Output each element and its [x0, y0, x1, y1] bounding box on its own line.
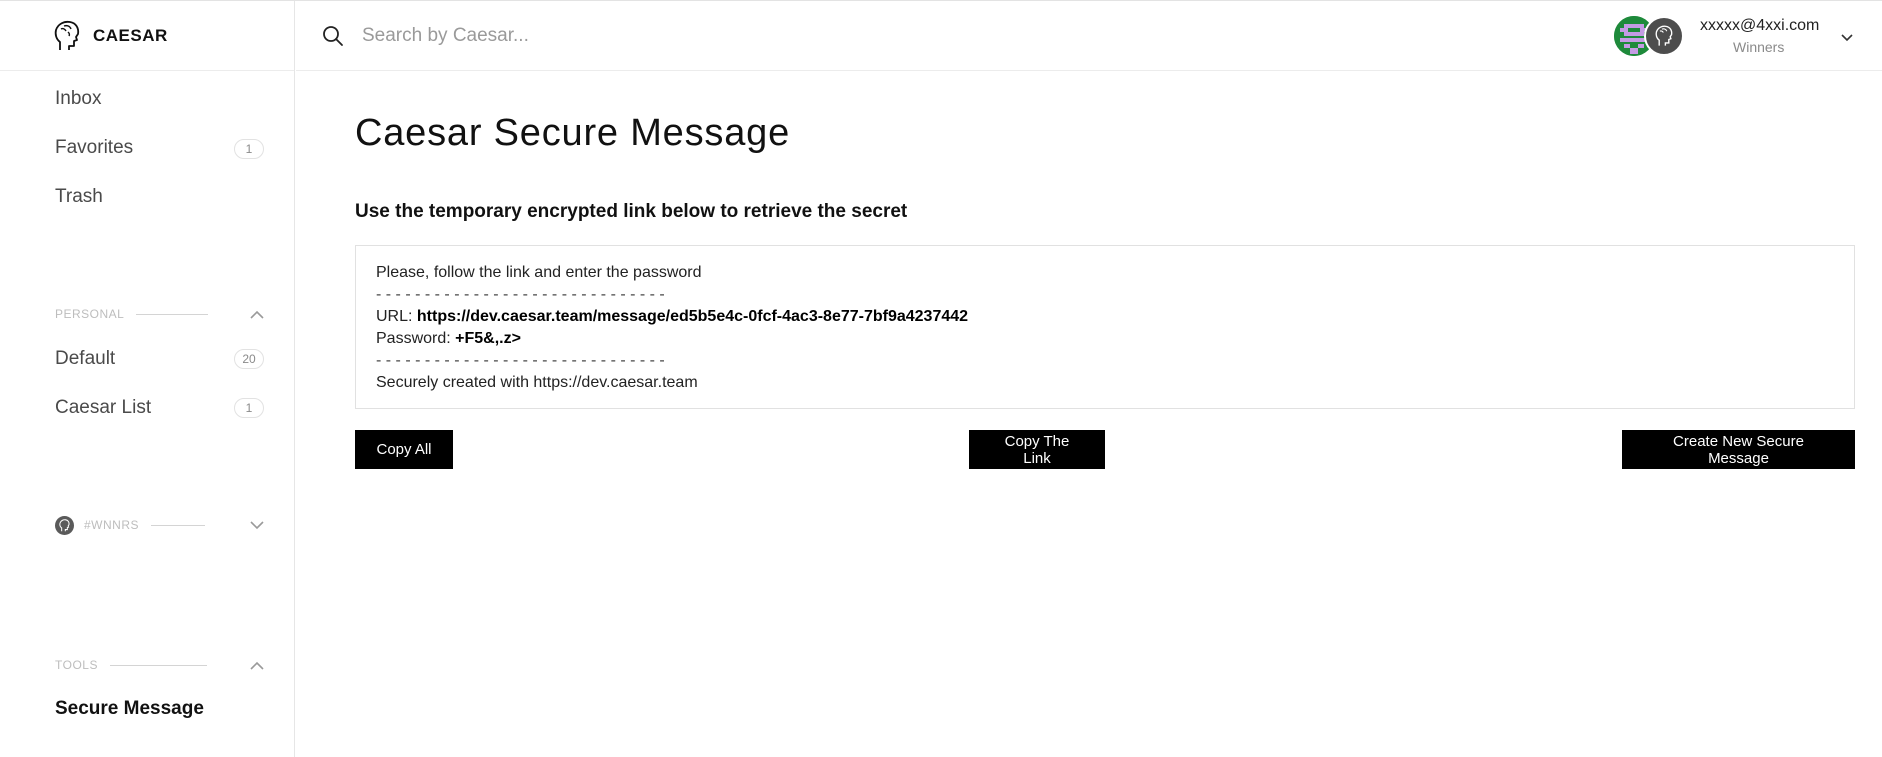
- create-new-secure-message-button[interactable]: Create New Secure Message: [1622, 430, 1855, 469]
- chevron-up-icon[interactable]: [249, 306, 265, 322]
- chevron-down-icon[interactable]: [1839, 29, 1855, 45]
- password-value: +F5&,.z>: [455, 330, 521, 347]
- url-label: URL:: [376, 308, 413, 325]
- sidebar-item-trash[interactable]: Trash: [55, 186, 103, 208]
- copy-all-button[interactable]: Copy All: [355, 430, 453, 469]
- app-name: CAESAR: [93, 25, 168, 45]
- favorites-count-badge: 1: [234, 139, 264, 159]
- personal-section-label: PERSONAL: [55, 307, 125, 321]
- team-avatar[interactable]: [1644, 16, 1684, 56]
- message-intro: Please, follow the link and enter the pa…: [376, 264, 702, 281]
- search-input[interactable]: [362, 19, 862, 53]
- message-url-line: URL: https://dev.caesar.team/message/ed5…: [376, 306, 1834, 328]
- tools-section-header[interactable]: TOOLS: [55, 657, 265, 673]
- chevron-down-icon[interactable]: [249, 517, 265, 533]
- user-team-name: Winners: [1733, 39, 1785, 55]
- message-password-line: Password: +F5&,.z>: [376, 328, 1834, 350]
- copy-link-button[interactable]: Copy The Link: [969, 430, 1105, 469]
- team-section-header[interactable]: #WNNRS: [55, 515, 265, 535]
- personal-section-header[interactable]: PERSONAL: [55, 306, 265, 322]
- sidebar-item-secure-message[interactable]: Secure Message: [55, 698, 204, 720]
- search-icon: [322, 25, 344, 47]
- top-header: xxxxx@4xxi.com Winners: [296, 1, 1882, 71]
- section-divider: [109, 664, 207, 666]
- sidebar: CAESAR Inbox Favorites 1 Trash PERSONAL …: [0, 1, 295, 757]
- section-divider: [136, 313, 209, 315]
- secure-message-box[interactable]: Please, follow the link and enter the pa…: [355, 245, 1855, 409]
- team-section-label: #WNNRS: [84, 518, 140, 532]
- message-separator: - - - - - - - - - - - - - - - - - - - - …: [376, 286, 665, 303]
- password-label: Password:: [376, 330, 451, 347]
- secure-url-link[interactable]: https://dev.caesar.team/message/ed5b5e4c…: [417, 308, 968, 325]
- caesar-list-count-badge: 1: [234, 398, 264, 418]
- sidebar-item-favorites[interactable]: Favorites: [55, 137, 133, 159]
- sidebar-item-inbox[interactable]: Inbox: [55, 88, 101, 110]
- team-avatar: [55, 515, 74, 535]
- logo[interactable]: CAESAR: [0, 1, 294, 71]
- section-divider: [151, 524, 206, 526]
- page-title: Caesar Secure Message: [355, 112, 791, 154]
- chevron-up-icon[interactable]: [249, 657, 265, 673]
- message-separator: - - - - - - - - - - - - - - - - - - - - …: [376, 352, 665, 369]
- sidebar-item-caesar-list[interactable]: Caesar List: [55, 397, 151, 419]
- tools-section-label: TOOLS: [55, 658, 98, 672]
- message-footer: Securely created with https://dev.caesar…: [376, 374, 698, 391]
- user-email[interactable]: xxxxx@4xxi.com: [1700, 17, 1819, 35]
- page-subtitle: Use the temporary encrypted link below t…: [355, 201, 908, 222]
- caesar-head-icon: [54, 20, 80, 52]
- sidebar-item-default[interactable]: Default: [55, 348, 115, 370]
- default-count-badge: 20: [234, 349, 264, 369]
